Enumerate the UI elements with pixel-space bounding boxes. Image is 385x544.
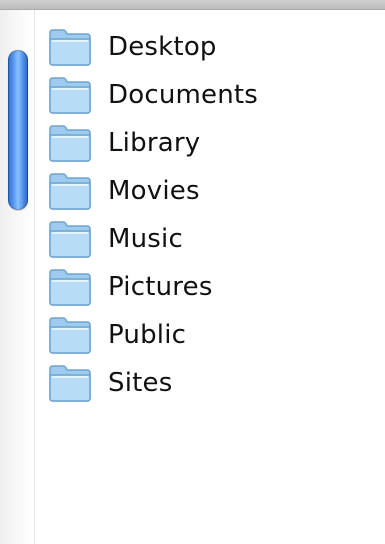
vertical-scrollbar[interactable] <box>0 10 35 544</box>
folder-item-desktop[interactable]: Desktop <box>48 23 258 71</box>
folder-item-sites[interactable]: Sites <box>48 359 258 407</box>
folder-item-movies[interactable]: Movies <box>48 167 258 215</box>
folder-icon <box>49 317 91 354</box>
scroll-thumb[interactable] <box>8 50 28 210</box>
folder-label: Desktop <box>108 32 217 62</box>
folder-icon <box>49 269 91 306</box>
folder-list: Desktop Documents Library Movies Music P… <box>48 23 258 407</box>
folder-label: Public <box>108 320 187 350</box>
folder-icon <box>49 29 91 66</box>
finder-folder-pane: Desktop Documents Library Movies Music P… <box>0 0 385 544</box>
folder-item-library[interactable]: Library <box>48 119 258 167</box>
folder-icon <box>49 77 91 114</box>
folder-label: Pictures <box>108 272 213 302</box>
folder-item-documents[interactable]: Documents <box>48 71 258 119</box>
folder-label: Documents <box>108 80 259 110</box>
folder-item-music[interactable]: Music <box>48 215 258 263</box>
folder-label: Movies <box>108 176 200 206</box>
folder-label: Sites <box>108 368 173 398</box>
folder-icon <box>49 221 91 258</box>
folder-icon <box>49 173 91 210</box>
pane-top-border <box>0 0 385 10</box>
folder-label: Music <box>108 224 183 254</box>
folder-icon <box>49 365 91 402</box>
folder-item-public[interactable]: Public <box>48 311 258 359</box>
folder-label: Library <box>108 128 201 158</box>
folder-item-pictures[interactable]: Pictures <box>48 263 258 311</box>
folder-icon <box>49 125 91 162</box>
